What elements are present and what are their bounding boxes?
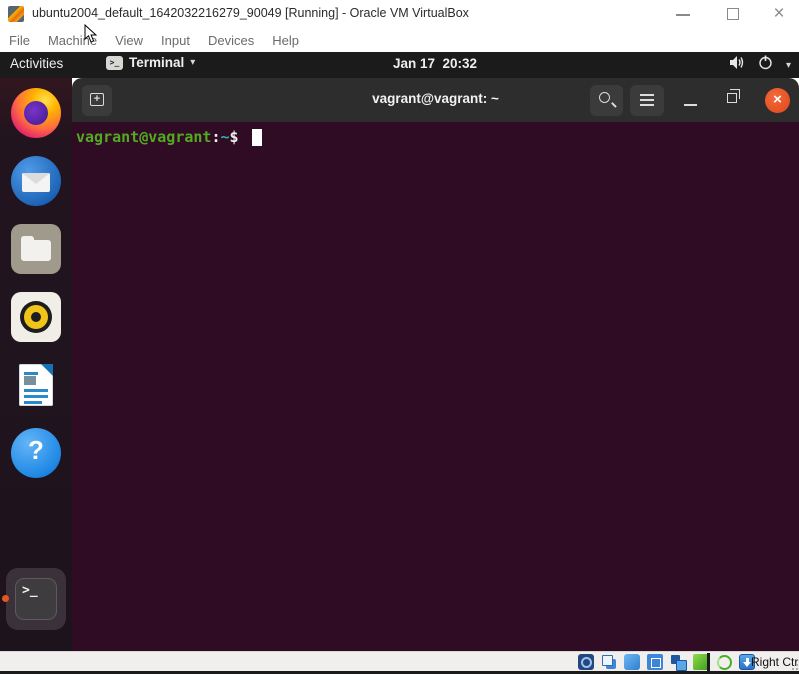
thunderbird-icon[interactable] [11, 156, 61, 206]
network-icon[interactable] [693, 654, 709, 670]
resize-grip[interactable] [788, 660, 798, 670]
prompt-path: ~ [221, 128, 230, 146]
shared-folders-icon[interactable] [670, 654, 686, 670]
terminal-icon: >_ [106, 56, 123, 70]
app-menu-label: Terminal [129, 55, 184, 70]
menu-view[interactable]: View [115, 33, 143, 48]
firefox-icon[interactable] [11, 88, 61, 138]
running-indicator-dot [2, 595, 9, 602]
terminal-icon[interactable]: >_ [15, 578, 57, 620]
hamburger-icon [640, 94, 654, 96]
libreoffice-writer-icon[interactable] [11, 360, 61, 410]
vbox-window-title: ubuntu2004_default_1642032216279_90049 [… [32, 6, 469, 20]
vbox-maximize-button[interactable] [727, 8, 739, 20]
terminal-restore-button[interactable] [727, 93, 737, 103]
chevron-down-icon: ▾ [190, 57, 195, 68]
files-icon[interactable] [11, 224, 61, 274]
topbar-clock[interactable]: Jan 17 20:32 [393, 56, 477, 71]
terminal-close-button[interactable]: × [765, 88, 790, 113]
terminal-window: + vagrant@vagrant: ~ × vagrant@vagrant:~… [72, 78, 799, 651]
system-status-area[interactable]: ▾ [729, 55, 791, 75]
question-mark: ? [11, 435, 61, 466]
virtualbox-window: ubuntu2004_default_1642032216279_90049 [… [0, 0, 799, 674]
power-icon [758, 55, 773, 75]
firefox-core [24, 101, 48, 125]
vbox-titlebar: ubuntu2004_default_1642032216279_90049 [… [0, 0, 799, 28]
virtualbox-logo-icon [8, 6, 24, 22]
activities-button[interactable]: Activities [10, 56, 63, 71]
optical-drives-icon[interactable] [601, 654, 617, 670]
help-icon[interactable]: ? [11, 428, 61, 478]
vbox-close-button[interactable]: × [769, 2, 789, 26]
document-icon [19, 364, 53, 406]
terminal-content[interactable]: vagrant@vagrant:~$ [72, 122, 799, 651]
prompt-user-host: vagrant@vagrant [76, 128, 211, 146]
prompt-separator: : [211, 128, 220, 146]
gnome-topbar: Activities >_ Terminal ▾ Jan 17 20:32 ▾ [0, 52, 799, 78]
terminal-minimize-button[interactable] [684, 104, 697, 106]
mouse-cursor [84, 24, 97, 48]
vbox-statusbar: Right Ctrl [0, 651, 799, 671]
menu-input[interactable]: Input [161, 33, 190, 48]
hard-disks-icon[interactable] [578, 654, 594, 670]
envelope-flap [22, 173, 50, 184]
menu-help[interactable]: Help [272, 33, 299, 48]
chevron-down-icon: ▾ [786, 60, 791, 71]
menu-button[interactable] [630, 85, 664, 116]
vbox-menubar: File Machine View Input Devices Help [0, 28, 799, 52]
rhythmbox-icon[interactable] [11, 292, 61, 342]
app-menu-terminal[interactable]: >_ Terminal ▾ [106, 55, 195, 70]
menu-file[interactable]: File [9, 33, 30, 48]
terminal-cursor [252, 129, 262, 146]
dock: ? >_ [0, 78, 72, 651]
vbox-minimize-button[interactable] [676, 14, 690, 16]
search-button[interactable] [590, 85, 623, 116]
display-icon[interactable] [647, 654, 663, 670]
prompt-symbol: $ [230, 128, 239, 146]
volume-icon [729, 55, 745, 75]
statusbar-icons [578, 654, 755, 670]
terminal-headerbar[interactable]: + vagrant@vagrant: ~ × [72, 78, 799, 122]
menu-devices[interactable]: Devices [208, 33, 254, 48]
audio-icon[interactable] [624, 654, 640, 670]
features-icon[interactable] [716, 654, 732, 670]
folder-icon [21, 240, 51, 261]
search-icon [599, 92, 610, 103]
